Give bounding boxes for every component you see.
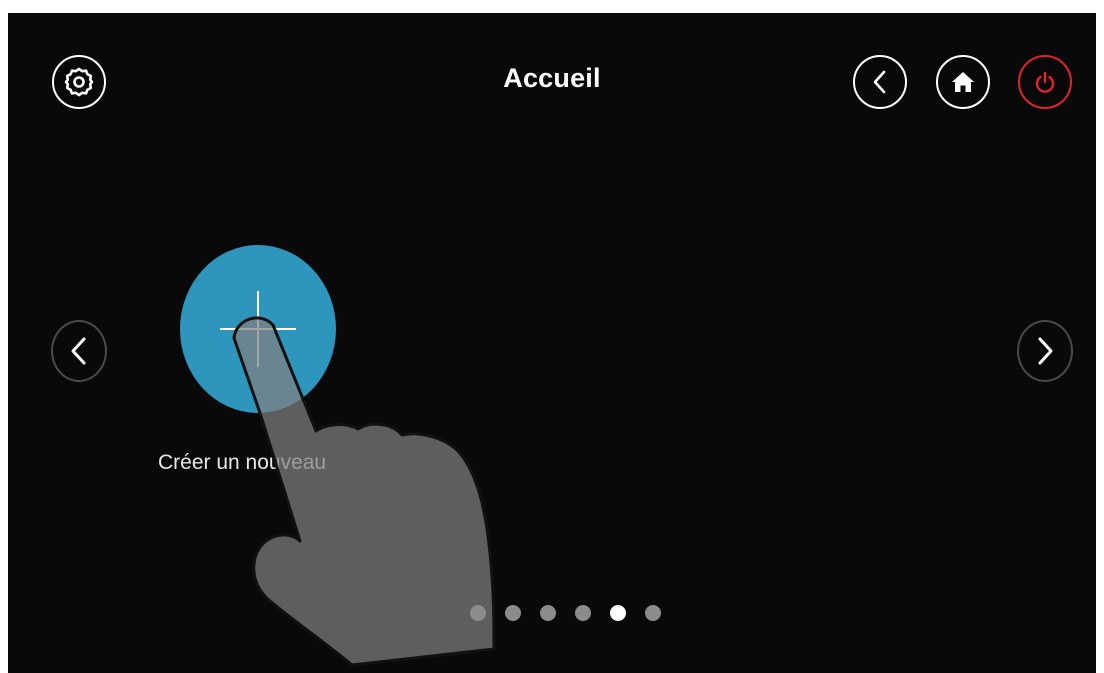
create-new-button[interactable] (180, 245, 336, 413)
home-button[interactable] (936, 55, 990, 109)
home-icon (952, 72, 974, 92)
previous-page-button[interactable] (51, 320, 107, 382)
next-page-button[interactable] (1017, 320, 1073, 382)
page-dot-3[interactable] (540, 605, 556, 621)
page-dot-6[interactable] (645, 605, 661, 621)
chevron-left-icon (71, 337, 86, 365)
app-screen: Accueil Créer un nouveau (8, 13, 1096, 673)
page-indicator (470, 605, 661, 621)
page-dot-5-active[interactable] (610, 605, 626, 621)
chevron-left-icon (873, 70, 886, 94)
chevron-right-icon (1038, 337, 1053, 365)
page-dot-1[interactable] (470, 605, 486, 621)
page-dot-2[interactable] (505, 605, 521, 621)
power-icon (1035, 71, 1055, 93)
page-title: Accueil (503, 63, 601, 93)
create-new-label: Créer un nouveau (158, 451, 327, 474)
power-button[interactable] (1018, 55, 1072, 109)
back-button[interactable] (853, 55, 907, 109)
plus-icon (220, 291, 296, 367)
page-dot-4[interactable] (575, 605, 591, 621)
hand-pointer-icon (232, 316, 496, 667)
